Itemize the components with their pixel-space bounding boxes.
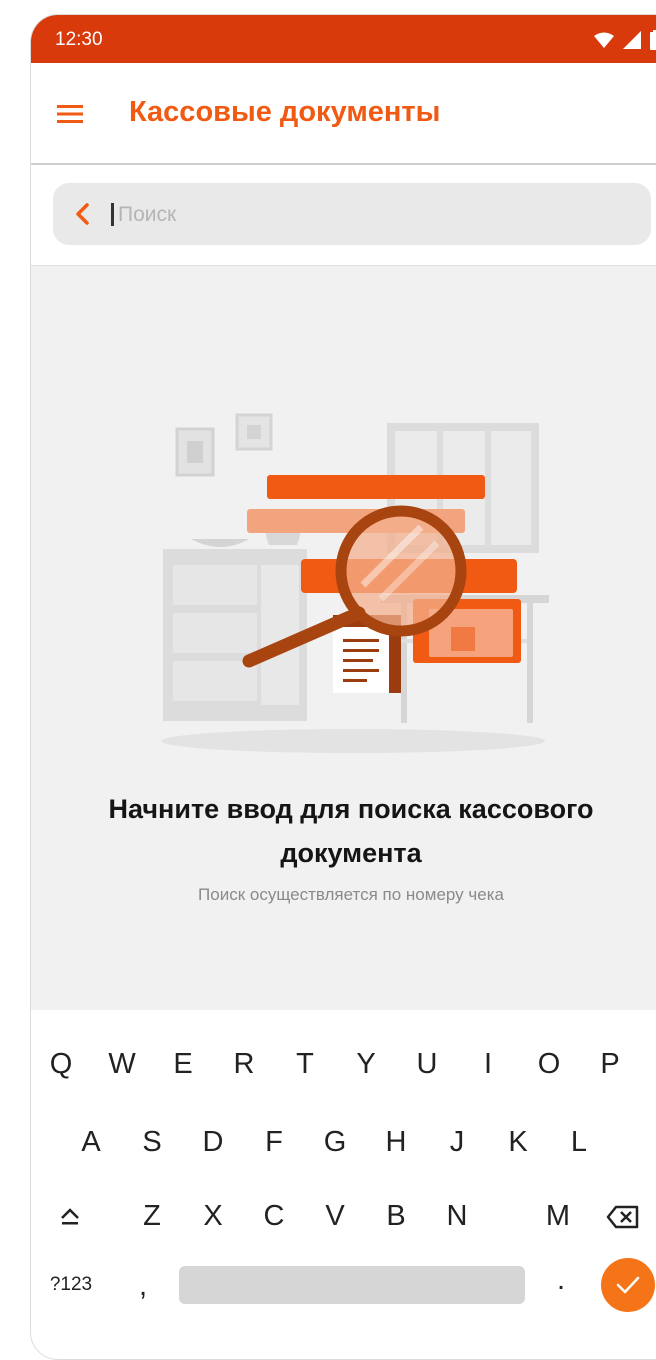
- symbols-key[interactable]: ?123: [43, 1274, 99, 1296]
- key-j[interactable]: J: [437, 1126, 477, 1159]
- key-x[interactable]: X: [193, 1200, 233, 1233]
- wifi-icon: [594, 32, 614, 48]
- status-time: 12:30: [55, 29, 103, 50]
- key-l[interactable]: L: [559, 1126, 599, 1159]
- phone-screen: 12:30 Кассовые документы Поиск Начните в…: [30, 14, 656, 1360]
- key-n[interactable]: N: [437, 1200, 477, 1233]
- key-i[interactable]: I: [468, 1048, 508, 1081]
- key-p[interactable]: P: [590, 1048, 630, 1081]
- key-k[interactable]: K: [498, 1126, 538, 1159]
- search-bar[interactable]: [53, 183, 651, 245]
- key-f[interactable]: F: [254, 1126, 294, 1159]
- key-w[interactable]: W: [102, 1048, 142, 1081]
- battery-icon: [650, 30, 656, 50]
- key-s[interactable]: S: [132, 1126, 172, 1159]
- soft-keyboard: Q W E R T Y U I O P A S D F G H J K L Z …: [31, 1010, 656, 1359]
- comma-key[interactable]: ,: [123, 1270, 163, 1303]
- key-c[interactable]: C: [254, 1200, 294, 1233]
- status-icons: [593, 30, 656, 50]
- key-h[interactable]: H: [376, 1126, 416, 1159]
- backspace-icon[interactable]: [606, 1204, 640, 1230]
- page-title: Кассовые документы: [129, 96, 441, 128]
- period-key[interactable]: .: [541, 1264, 581, 1297]
- chevron-left-icon[interactable]: [73, 202, 91, 226]
- signal-icon: [623, 31, 641, 49]
- shift-icon[interactable]: [57, 1206, 83, 1228]
- key-e[interactable]: E: [163, 1048, 203, 1081]
- key-u[interactable]: U: [407, 1048, 447, 1081]
- key-z[interactable]: Z: [132, 1200, 172, 1233]
- space-key[interactable]: [179, 1266, 525, 1304]
- key-g[interactable]: G: [315, 1126, 355, 1159]
- app-bar: Кассовые документы: [31, 63, 656, 164]
- empty-state-title: Начните ввод для поиска кассового докуме…: [108, 794, 594, 868]
- key-d[interactable]: D: [193, 1126, 233, 1159]
- text-cursor: [111, 203, 114, 226]
- search-input[interactable]: [116, 195, 620, 235]
- status-bar: 12:30: [31, 15, 656, 63]
- key-t[interactable]: T: [285, 1048, 325, 1081]
- key-o[interactable]: O: [529, 1048, 569, 1081]
- key-r[interactable]: R: [224, 1048, 264, 1081]
- search-area: [31, 165, 656, 266]
- key-m[interactable]: M: [538, 1200, 578, 1233]
- key-v[interactable]: V: [315, 1200, 355, 1233]
- key-q[interactable]: Q: [41, 1048, 81, 1081]
- empty-state-subtitle: Поиск осуществляется по номеру чека: [198, 885, 504, 904]
- key-a[interactable]: A: [71, 1126, 111, 1159]
- enter-button[interactable]: [601, 1258, 655, 1312]
- hamburger-menu-icon[interactable]: [57, 103, 83, 125]
- key-y[interactable]: Y: [346, 1048, 386, 1081]
- check-icon: [616, 1276, 640, 1294]
- key-b[interactable]: B: [376, 1200, 416, 1233]
- empty-search-illustration: [161, 413, 549, 753]
